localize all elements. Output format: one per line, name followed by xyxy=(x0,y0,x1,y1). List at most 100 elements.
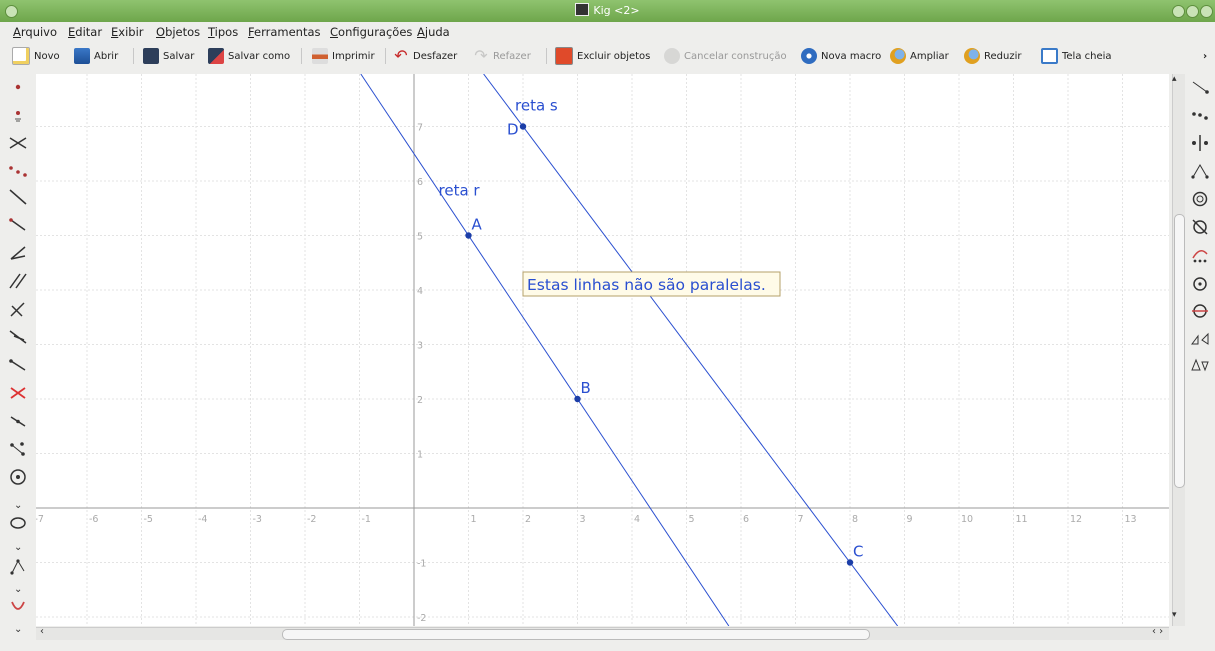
point-tool-icon[interactable] xyxy=(6,76,30,98)
scroll-right-icon[interactable]: ‹ › xyxy=(1152,626,1163,637)
polygon-tool-icon[interactable] xyxy=(6,556,30,578)
toolbar-overflow-button[interactable]: › xyxy=(1203,46,1207,66)
menu-configuracoes[interactable]: Configurações xyxy=(330,25,412,39)
imprimir-button[interactable]: Imprimir xyxy=(312,46,375,66)
maximize-icon[interactable] xyxy=(1186,5,1199,18)
menu-editar[interactable]: Editar xyxy=(68,25,102,39)
menu-tipos[interactable]: Tipos xyxy=(208,25,238,39)
excluir-objetos-button[interactable]: Excluir objetos xyxy=(555,46,650,66)
minimize-icon[interactable] xyxy=(1172,5,1185,18)
transform-rotate-icon[interactable] xyxy=(1188,160,1212,182)
salvar-button[interactable]: Salvar xyxy=(143,46,194,66)
x-tick-label: 4 xyxy=(634,514,640,525)
ampliar-button[interactable]: Ampliar xyxy=(890,46,949,66)
desfazer-button[interactable]: ↶ Desfazer xyxy=(393,46,457,66)
zoom-out-icon xyxy=(964,48,980,64)
vertical-scroll-thumb[interactable] xyxy=(1174,214,1185,488)
cancelar-construcao-label: Cancelar construção xyxy=(684,50,787,62)
refazer-button[interactable]: ↷ Refazer xyxy=(473,46,531,66)
tela-cheia-label: Tela cheia xyxy=(1062,50,1112,62)
nova-macro-button[interactable]: Nova macro xyxy=(801,46,881,66)
midpoint-tool-icon[interactable] xyxy=(6,160,30,182)
horizontal-scrollbar[interactable] xyxy=(36,627,1169,640)
excluir-objetos-label: Excluir objetos xyxy=(577,50,651,62)
circle-tool-icon[interactable] xyxy=(6,466,30,488)
parallel-tool-icon[interactable] xyxy=(6,270,30,292)
tela-cheia-button[interactable]: Tela cheia xyxy=(1041,46,1112,66)
menu-ferramentas[interactable]: Ferramentas xyxy=(248,25,321,39)
point-fixed-tool-icon[interactable] xyxy=(6,104,30,126)
transform-scale-icon[interactable] xyxy=(1188,188,1212,210)
chevron-down-icon[interactable]: ⌄ xyxy=(14,542,22,553)
coordinate-axes xyxy=(36,74,1169,626)
transform-point-reflect-icon[interactable] xyxy=(1188,104,1212,126)
chevron-down-icon[interactable]: ⌄ xyxy=(14,584,22,595)
y-tick-label: 3 xyxy=(417,341,423,352)
line-reta-s[interactable] xyxy=(483,74,899,626)
novo-button[interactable]: Novo xyxy=(12,46,60,66)
segment-tool-icon[interactable] xyxy=(6,214,30,236)
salvar-como-label: Salvar como xyxy=(228,50,291,62)
reduzir-button[interactable]: Reduzir xyxy=(964,46,1021,66)
construction-plot[interactable]: -7-6-5-4-3-2-1123456789101112137654321-1… xyxy=(36,74,1169,626)
construction-lines[interactable] xyxy=(360,74,899,626)
right-tool-palette xyxy=(1188,72,1215,372)
x-tick-label: 12 xyxy=(1070,514,1082,525)
bisector-tool-icon[interactable] xyxy=(6,438,30,460)
transform-homothety-icon[interactable] xyxy=(1188,244,1212,266)
line-label: reta s xyxy=(515,97,558,115)
scroll-down-icon[interactable]: ▾ xyxy=(1172,610,1177,620)
x-tick-label: 11 xyxy=(1016,514,1028,525)
drawing-canvas[interactable]: -7-6-5-4-3-2-1123456789101112137654321-1… xyxy=(36,74,1169,626)
ray-tool-icon[interactable] xyxy=(6,242,30,264)
undo-icon: ↶ xyxy=(394,46,408,65)
test-tool-icon[interactable] xyxy=(6,596,30,618)
menu-bar: Arquivo Editar Exibir Objetos Tipos Ferr… xyxy=(0,22,1215,42)
line-label: reta r xyxy=(439,182,481,200)
cross-tool-icon[interactable] xyxy=(6,382,30,404)
chevron-down-icon[interactable]: ⌄ xyxy=(14,624,22,635)
y-tick-label: 2 xyxy=(417,395,423,406)
x-tick-label: 5 xyxy=(689,514,695,525)
scroll-up-icon[interactable]: ▴ xyxy=(1172,74,1177,84)
window-titlebar[interactable]: Kig <2> xyxy=(0,0,1215,22)
intersection-tool-icon[interactable] xyxy=(6,132,30,154)
x-tick-label: -3 xyxy=(253,514,262,525)
transform-invert-icon[interactable] xyxy=(1188,216,1212,238)
line-tool-icon[interactable] xyxy=(6,186,30,208)
vector-tool-icon[interactable] xyxy=(6,326,30,348)
line-by-points-glyph xyxy=(10,416,26,427)
vertical-scrollbar[interactable] xyxy=(1172,74,1185,626)
abrir-button[interactable]: Abrir xyxy=(74,46,118,66)
ampliar-label: Ampliar xyxy=(910,50,949,62)
cancelar-construcao-button[interactable]: Cancelar construção xyxy=(664,46,787,66)
refazer-label: Refazer xyxy=(493,50,531,62)
transform-conic-reflect-icon[interactable] xyxy=(1188,300,1212,322)
point-D[interactable] xyxy=(519,123,527,130)
transform-translate-icon[interactable] xyxy=(1188,76,1212,98)
object-labels: reta r reta s A B C D xyxy=(439,97,864,561)
close-icon[interactable] xyxy=(1200,5,1213,18)
print-icon xyxy=(312,48,328,64)
salvar-como-button[interactable]: Salvar como xyxy=(208,46,290,66)
menu-ajuda[interactable]: Ajuda xyxy=(417,25,450,39)
segment-axis-glyph xyxy=(9,359,26,371)
conic-glyph xyxy=(10,517,26,529)
scroll-left-icon[interactable]: ‹ xyxy=(40,626,44,637)
transform-circle-arrow-icon[interactable] xyxy=(1188,272,1212,294)
menu-arquivo[interactable]: Arquivo xyxy=(13,25,57,39)
transform-harmonic-icon[interactable] xyxy=(1188,354,1212,376)
similitude-glyph xyxy=(1191,332,1209,345)
transform-mirror-icon[interactable] xyxy=(1188,132,1212,154)
line-by-points-tool-icon[interactable] xyxy=(6,410,30,432)
chevron-down-icon[interactable]: ⌄ xyxy=(14,500,22,511)
toolbar-separator xyxy=(301,48,302,64)
segment-axis-tool-icon[interactable] xyxy=(6,354,30,376)
transform-similitude-icon[interactable] xyxy=(1188,328,1212,350)
x-tick-label: 8 xyxy=(852,514,858,525)
conic-tool-icon[interactable] xyxy=(6,512,30,534)
menu-objetos[interactable]: Objetos xyxy=(156,25,200,39)
menu-exibir[interactable]: Exibir xyxy=(111,25,144,39)
perpendicular-tool-icon[interactable] xyxy=(6,298,30,320)
horizontal-scroll-thumb[interactable] xyxy=(282,629,870,640)
